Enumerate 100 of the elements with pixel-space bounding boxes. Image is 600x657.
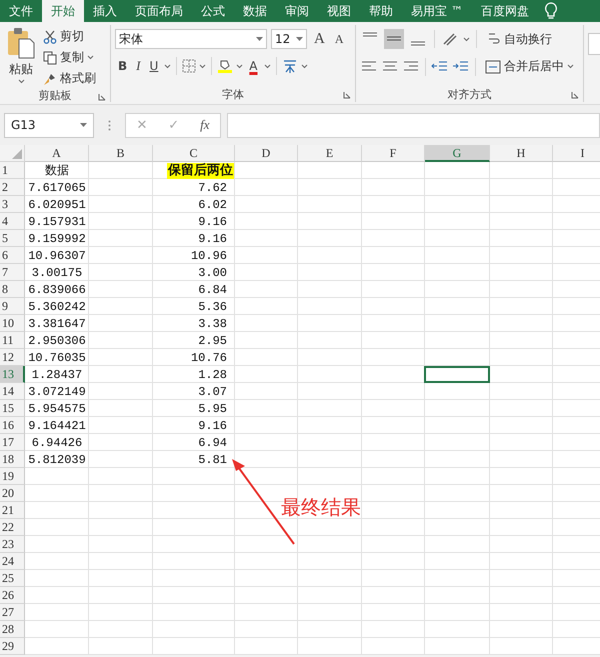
dialog-launcher-icon[interactable] xyxy=(343,91,351,99)
borders-icon[interactable] xyxy=(182,59,196,73)
fill-color-icon[interactable] xyxy=(217,58,234,74)
font-size-field[interactable]: 12 xyxy=(271,29,307,49)
table-cell-text: 10.76035 xyxy=(27,350,87,366)
shrink-font-button[interactable]: A xyxy=(332,32,347,46)
row-header[interactable]: 24 xyxy=(0,553,25,570)
row-header[interactable]: 29 xyxy=(0,638,25,655)
caret-icon xyxy=(87,55,94,60)
ribbon-tab[interactable]: 页面布局 xyxy=(126,0,192,22)
align-middle-icon[interactable] xyxy=(384,29,404,49)
caret-icon[interactable] xyxy=(199,64,206,68)
cut-button[interactable]: 剪切 xyxy=(41,27,98,46)
row-header[interactable]: 14 xyxy=(0,383,25,400)
brush-icon xyxy=(43,72,57,86)
grip-icon[interactable] xyxy=(108,120,111,130)
paste-button[interactable]: 粘贴 xyxy=(4,27,38,88)
table-cell-text: 10.96 xyxy=(190,248,228,264)
row-header[interactable]: 6 xyxy=(0,247,25,264)
dropdown-arrow-icon xyxy=(80,123,87,127)
row-header[interactable]: 16 xyxy=(0,417,25,434)
caret-icon[interactable] xyxy=(164,64,172,68)
row-header[interactable]: 4 xyxy=(0,213,25,230)
caret-icon[interactable] xyxy=(236,64,244,68)
row-header[interactable]: 10 xyxy=(0,315,25,332)
row-header[interactable]: 22 xyxy=(0,519,25,536)
ribbon-tab[interactable]: 开始 xyxy=(42,0,84,22)
column-header[interactable]: G xyxy=(425,145,490,162)
underline-button[interactable]: U xyxy=(146,59,162,73)
row-header[interactable]: 9 xyxy=(0,298,25,315)
table-cell-text: 3.38 xyxy=(197,316,228,332)
ribbon-tab[interactable]: 百度网盘 xyxy=(472,0,538,22)
column-header[interactable]: A xyxy=(25,145,89,162)
row-header[interactable]: 23 xyxy=(0,536,25,553)
row-header[interactable]: 17 xyxy=(0,434,25,451)
column-header[interactable]: I xyxy=(553,145,600,162)
dropdown-arrow-icon xyxy=(256,37,263,41)
caret-icon[interactable] xyxy=(264,64,271,68)
ribbon-tab[interactable]: 视图 xyxy=(318,0,360,22)
row-header[interactable]: 8 xyxy=(0,281,25,298)
name-box[interactable]: G13 xyxy=(4,112,94,138)
row-header[interactable]: 25 xyxy=(0,570,25,587)
font-color-button[interactable]: A xyxy=(246,59,261,73)
table-cell-text: 5.812039 xyxy=(27,452,87,468)
ribbon-tab[interactable]: 数据 xyxy=(234,0,276,22)
caret-icon[interactable] xyxy=(300,64,308,68)
ribbon-tab[interactable]: 插入 xyxy=(84,0,126,22)
row-header[interactable]: 19 xyxy=(0,468,25,485)
row-header[interactable]: 11 xyxy=(0,332,25,349)
dialog-launcher-icon[interactable] xyxy=(98,93,106,101)
insert-function-button[interactable]: fx xyxy=(196,117,214,133)
column-header[interactable]: B xyxy=(89,145,153,162)
row-header[interactable]: 15 xyxy=(0,400,25,417)
table-cell-text: 7.617065 xyxy=(27,180,87,196)
row-header[interactable]: 18 xyxy=(0,451,25,468)
row-header[interactable]: 26 xyxy=(0,587,25,604)
row-header[interactable]: 20 xyxy=(0,485,25,502)
row-header[interactable]: 27 xyxy=(0,604,25,621)
format-painter-button[interactable]: 格式刷 xyxy=(41,69,98,88)
merge-center-button[interactable]: 合并后居中 xyxy=(483,57,576,76)
row-header[interactable]: 7 xyxy=(0,264,25,281)
copy-button[interactable]: 复制 xyxy=(41,48,98,67)
ribbon-tab[interactable]: 易用宝 ™ xyxy=(402,0,472,22)
grow-font-button[interactable]: A xyxy=(311,30,328,48)
table-cell-text: 9.16 xyxy=(197,214,228,230)
ribbon-tab[interactable]: 帮助 xyxy=(360,0,402,22)
italic-button[interactable]: I xyxy=(133,58,144,74)
row-header[interactable]: 28 xyxy=(0,621,25,638)
ribbon-tab[interactable]: 公式 xyxy=(192,0,234,22)
table-cell-text: 7.62 xyxy=(197,180,228,196)
caret-icon[interactable] xyxy=(463,36,470,42)
column-header[interactable]: E xyxy=(298,145,362,162)
column-header[interactable]: F xyxy=(362,145,425,162)
table-cell-text: 9.159992 xyxy=(27,230,87,247)
row-header[interactable]: 2 xyxy=(0,179,25,196)
active-cell[interactable] xyxy=(424,366,490,383)
wrap-text-button[interactable]: 自动换行 xyxy=(485,30,554,48)
table-cell-text: 5.954575 xyxy=(27,400,87,417)
ribbon-tab[interactable]: 文件 xyxy=(0,0,42,22)
column-header[interactable]: C xyxy=(153,145,235,162)
bold-button[interactable]: B xyxy=(115,59,130,73)
table-cell-text: 2.950306 xyxy=(27,332,87,349)
phonetic-icon[interactable] xyxy=(282,58,298,74)
formula-input[interactable] xyxy=(227,112,600,138)
row-header[interactable]: 5 xyxy=(0,230,25,247)
dialog-launcher-icon[interactable] xyxy=(571,91,579,99)
row-header[interactable]: 1 xyxy=(0,162,25,179)
table-cell-text: 5.360242 xyxy=(27,298,87,315)
row-header[interactable]: 3 xyxy=(0,196,25,213)
table-cell-text: 5.36 xyxy=(197,298,228,315)
row-header[interactable]: 13 xyxy=(0,366,25,383)
font-name-field[interactable]: 宋体 xyxy=(115,29,267,49)
column-header[interactable]: H xyxy=(490,145,553,162)
ribbon-tab[interactable]: 审阅 xyxy=(276,0,318,22)
table-cell-text: 6.020951 xyxy=(27,196,87,213)
row-header[interactable]: 21 xyxy=(0,502,25,519)
column-header[interactable]: D xyxy=(235,145,298,162)
table-cell-text: 10.76 xyxy=(190,350,228,366)
lightbulb-icon[interactable] xyxy=(544,2,558,20)
row-header[interactable]: 12 xyxy=(0,349,25,366)
